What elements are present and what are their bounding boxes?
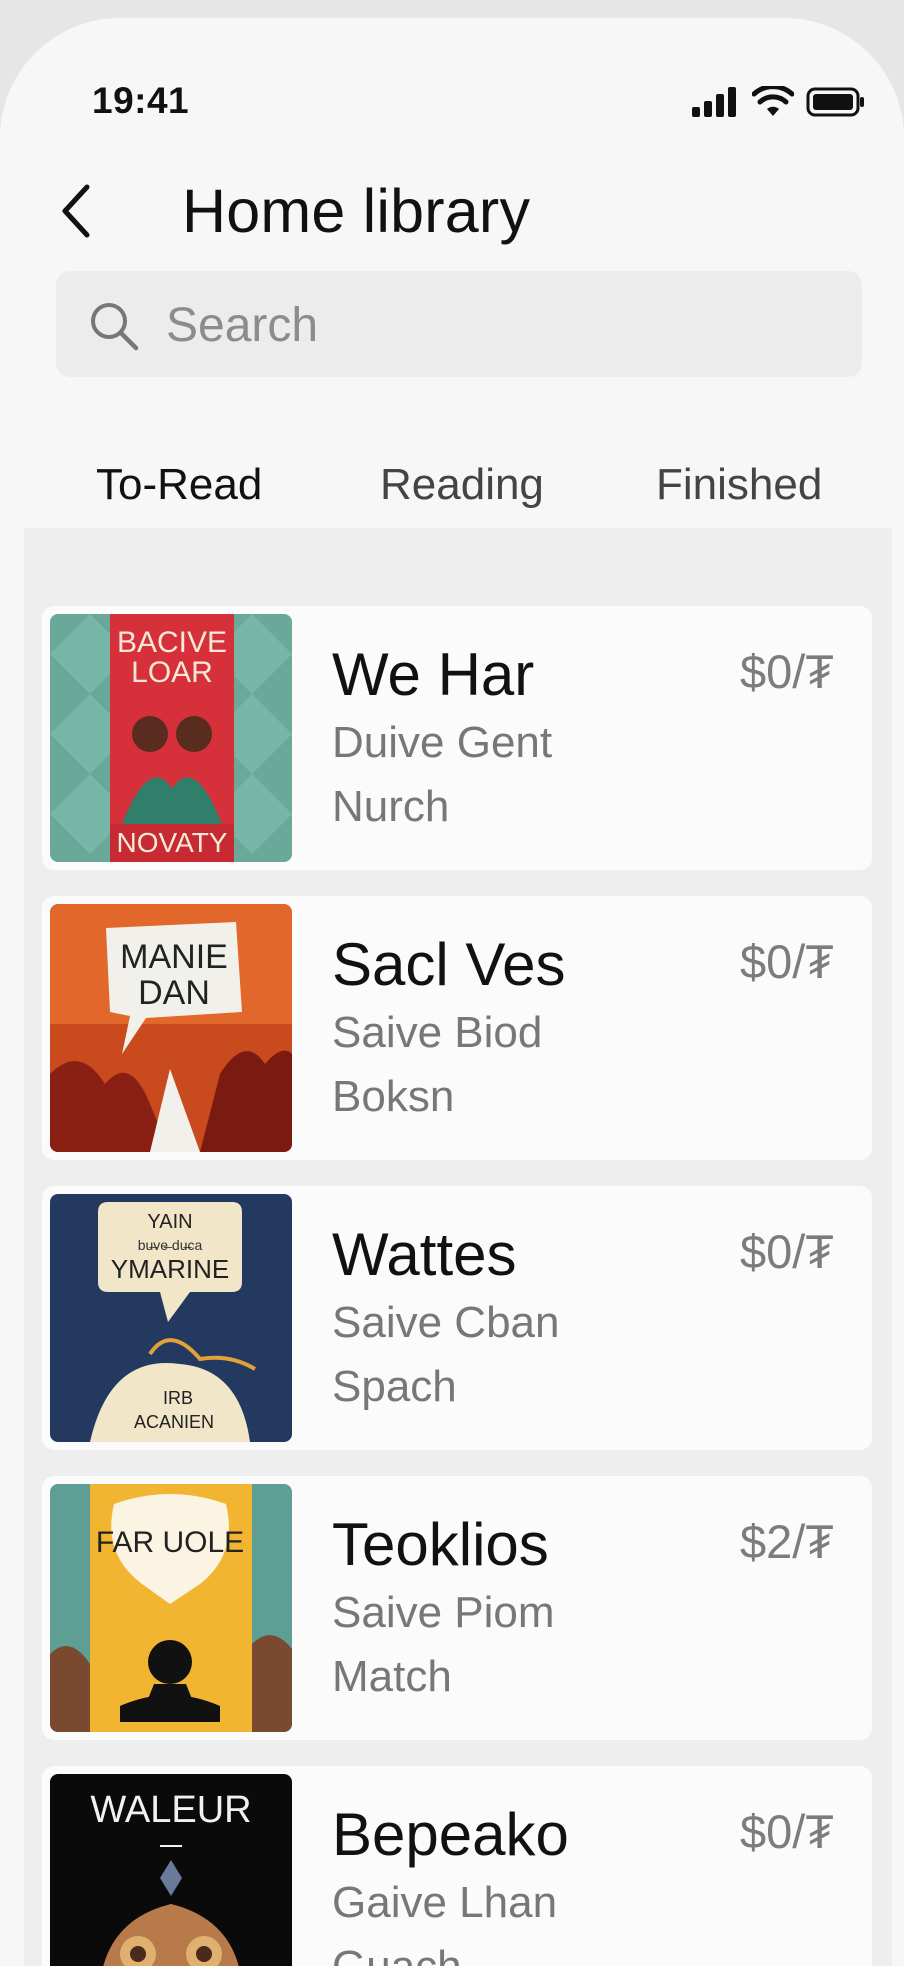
book-price: $0/₮ <box>739 1225 834 1278</box>
book-subtitle: Guach <box>332 1942 462 1966</box>
book-subtitle: Boksn <box>332 1072 455 1121</box>
cover-title-text: MANIE <box>120 938 228 976</box>
book-subtitle: Nurch <box>332 782 450 831</box>
book-cover: MANIE DAN <box>50 904 292 1152</box>
battery-icon <box>806 86 866 118</box>
search-icon <box>88 300 140 357</box>
cover-footer-text: NOVATY <box>117 827 228 858</box>
nav-bar: Home library <box>0 158 904 268</box>
book-author: Saive Cban <box>332 1298 560 1347</box>
book-price: $0/₮ <box>739 645 834 698</box>
tab-reading[interactable]: Reading <box>380 460 544 510</box>
cover-title-text: DAN <box>138 974 210 1012</box>
book-card[interactable]: YAIN bu̶ve̶ du̶ca YMARINE IRB ACANIEN Wa… <box>42 1186 872 1450</box>
book-author: Saive Piom <box>332 1588 555 1637</box>
book-author: Gaive Lhan <box>332 1878 558 1927</box>
back-button[interactable] <box>48 178 104 248</box>
status-icons <box>692 86 866 118</box>
book-price: $2/₮ <box>739 1515 834 1568</box>
book-card[interactable]: MANIE DAN Sacl Ves Saive Biod Boksn $0/₮ <box>42 896 872 1160</box>
book-price: $0/₮ <box>739 1805 834 1858</box>
book-subtitle: Match <box>332 1652 452 1701</box>
cover-footer-text: ACANIEN <box>134 1412 214 1432</box>
wifi-icon <box>752 86 794 118</box>
book-title: We Har <box>332 641 535 708</box>
cover-title-text: LOAR <box>131 656 213 689</box>
book-cover: FAR UOLE <box>50 1484 292 1732</box>
book-price: $0/₮ <box>739 935 834 988</box>
phone-screen: 19:41 Home library Search To-Read Readin… <box>0 18 904 1966</box>
book-subtitle: Spach <box>332 1362 457 1411</box>
cover-title-text: WALEUR <box>90 1789 251 1831</box>
status-time: 19:41 <box>92 80 190 121</box>
book-cover: BACIVE LOAR NOVATY <box>50 614 292 862</box>
search-bar[interactable] <box>56 271 862 377</box>
book-card[interactable]: BACIVE LOAR NOVATY We Har Duive Gent Nur… <box>42 606 872 870</box>
book-author: Duive Gent <box>332 718 553 767</box>
tab-finished[interactable]: Finished <box>656 460 822 510</box>
book-title: Teoklios <box>332 1511 549 1578</box>
book-card[interactable]: WALEUR Bepeako Gaive Lhan Guach $0/₮ <box>42 1766 872 1966</box>
page-title: Home library <box>182 177 531 245</box>
tab-to-read[interactable]: To-Read <box>96 460 262 510</box>
cover-title-text: FAR UOLE <box>96 1526 244 1559</box>
cover-title-text: YAIN <box>147 1211 192 1233</box>
chevron-left-icon <box>59 183 93 244</box>
search-input[interactable] <box>164 289 828 361</box>
cover-footer-text: IRB <box>163 1388 193 1408</box>
book-title: Bepeako <box>332 1801 569 1868</box>
book-card[interactable]: FAR UOLE Teoklios Saive Piom Match $2/₮ <box>42 1476 872 1740</box>
book-author: Saive Biod <box>332 1008 543 1057</box>
status-bar: 19:41 <box>0 18 904 158</box>
book-title: Sacl Ves <box>332 931 566 998</box>
cover-title-text: bu̶ve̶ du̶ca <box>138 1237 203 1253</box>
cover-title-text: YMARINE <box>111 1254 229 1284</box>
book-cover: YAIN bu̶ve̶ du̶ca YMARINE IRB ACANIEN <box>50 1194 292 1442</box>
signal-icon <box>692 87 740 117</box>
book-title: Wattes <box>332 1221 517 1288</box>
book-list: BACIVE LOAR NOVATY We Har Duive Gent Nur… <box>24 528 892 1966</box>
book-cover: WALEUR <box>50 1774 292 1966</box>
cover-title-text: BACIVE <box>117 626 227 659</box>
